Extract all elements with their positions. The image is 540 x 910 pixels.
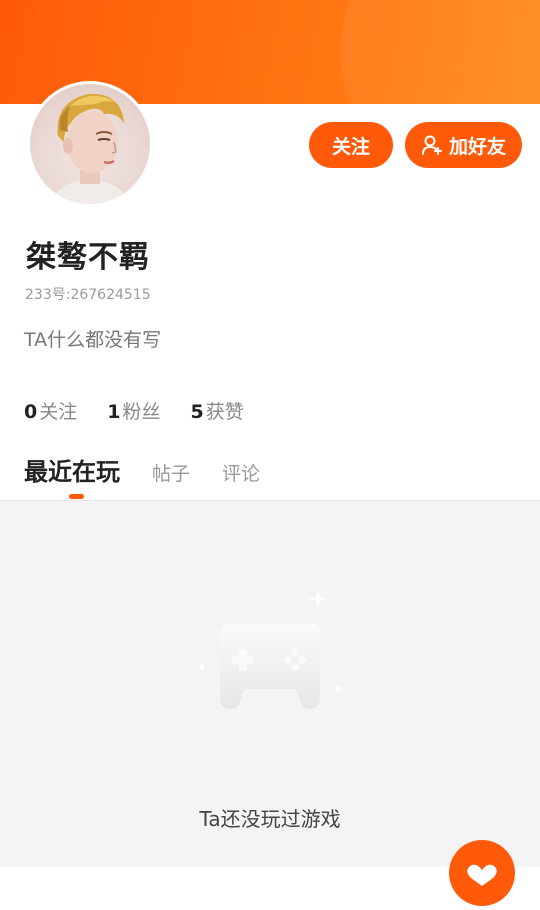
avatar-portrait-icon [50,93,130,204]
follow-button-label: 关注 [331,135,370,158]
recently-played-panel: Ta还没玩过游戏 [0,500,540,867]
stat-following-value: 0 [24,401,38,423]
empty-state-message: Ta还没玩过游戏 [199,807,341,831]
add-user-icon [421,134,443,156]
floating-action-button[interactable] [449,840,515,906]
avatar[interactable] [27,81,153,207]
stat-fans[interactable]: 1 粉丝 [107,397,160,424]
stat-likes-value: 5 [190,401,204,423]
add-friend-button-label: 加好友 [448,135,506,158]
heart-icon [467,864,497,886]
follow-button[interactable]: 关注 [309,122,393,168]
add-friend-button[interactable]: 加好友 [405,122,522,168]
profile-uid: 233号:267624515 [25,287,151,303]
profile-stats: 0 关注 1 粉丝 5 获赞 [24,397,244,424]
gamepad-icon [199,589,341,709]
active-tab-indicator [69,494,84,499]
profile-name: 桀骜不羁 [26,240,150,275]
stat-following[interactable]: 0 关注 [24,397,77,424]
avatar-image [30,84,150,204]
stat-following-label: 关注 [39,401,78,423]
profile-bio: TA什么都没有写 [24,329,162,351]
profile-tabs: 最近在玩 帖子 评论 [24,452,260,487]
stat-fans-value: 1 [107,401,121,423]
tab-recently-played[interactable]: 最近在玩 [24,452,120,487]
tab-posts[interactable]: 帖子 [152,459,190,486]
stat-likes-label: 获赞 [205,401,244,423]
tab-comments[interactable]: 评论 [222,459,260,486]
stat-fans-label: 粉丝 [122,401,161,423]
stat-likes[interactable]: 5 获赞 [191,397,244,424]
